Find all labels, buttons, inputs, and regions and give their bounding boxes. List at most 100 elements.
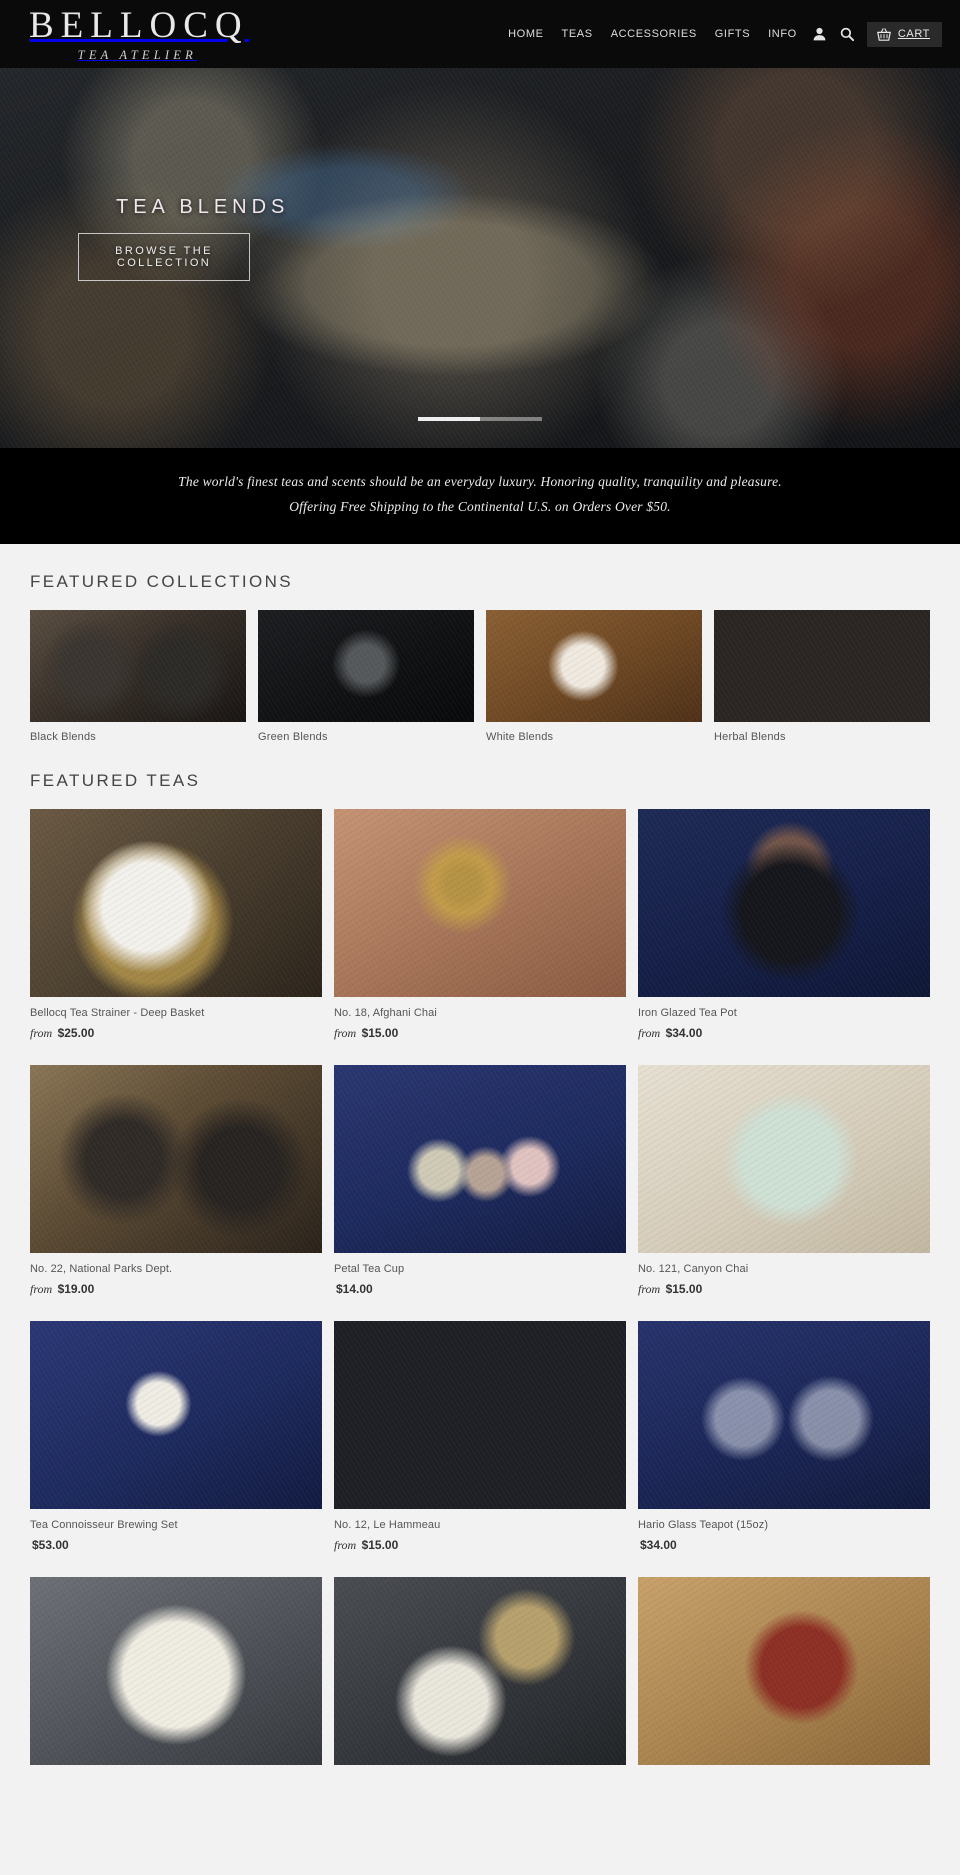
product-image — [638, 1576, 930, 1765]
user-icon — [813, 27, 826, 41]
product-price: $14.00 — [334, 1282, 626, 1297]
product-card[interactable]: Iron Glazed Tea Pot from $34.00 — [638, 808, 930, 1041]
product-price: from $19.00 — [30, 1282, 322, 1297]
product-title: No. 22, National Parks Dept. — [30, 1262, 173, 1275]
tagline-line-1: The world's finest teas and scents shoul… — [178, 474, 782, 489]
basket-icon — [876, 27, 891, 41]
featured-teas-title: FEATURED TEAS — [30, 770, 201, 790]
product-image — [334, 1064, 626, 1253]
product-card[interactable]: No. 12, Le Hammeau from $15.00 — [334, 1320, 626, 1553]
collection-label: Green Blends — [258, 730, 328, 743]
featured-teas-section: FEATURED TEAS Bellocq Tea Strainer - Dee… — [0, 771, 960, 1787]
product-image — [334, 1576, 626, 1765]
product-card[interactable]: No. 18, Afghani Chai from $15.00 — [334, 808, 626, 1041]
product-image — [30, 1576, 322, 1765]
product-title: No. 18, Afghani Chai — [334, 1006, 437, 1019]
tagline-bar: The world's finest teas and scents shoul… — [0, 448, 960, 544]
price-value: $34.00 — [665, 1025, 703, 1040]
collection-label: Black Blends — [30, 730, 96, 743]
price-prefix: from — [638, 1281, 661, 1296]
product-card[interactable]: No. 121, Canyon Chai from $15.00 — [638, 1064, 930, 1297]
hero-slide-dot-1[interactable] — [418, 417, 480, 421]
product-card[interactable]: Tea Connoisseur Brewing Set $53.00 — [30, 1320, 322, 1553]
nav-item-home[interactable]: HOME — [499, 22, 552, 46]
product-card[interactable] — [30, 1576, 322, 1765]
nav-item-accessories[interactable]: ACCESSORIES — [602, 22, 706, 46]
product-card[interactable]: Hario Glass Teapot (15oz) $34.00 — [638, 1320, 930, 1553]
main-navigation: HOME TEAS ACCESSORIES GIFTS INFO CART — [499, 21, 946, 47]
price-prefix: from — [30, 1025, 53, 1040]
cart-button[interactable]: CART — [866, 21, 942, 47]
collection-label: White Blends — [486, 730, 554, 743]
product-image — [334, 808, 626, 997]
hero-slide-dot-2[interactable] — [480, 417, 542, 421]
product-price: from $25.00 — [30, 1026, 322, 1041]
product-image — [334, 1320, 626, 1509]
product-image — [30, 1064, 322, 1253]
collection-thumbnail — [258, 609, 474, 722]
product-price: from $34.00 — [638, 1026, 930, 1041]
product-price: $34.00 — [638, 1538, 930, 1553]
product-price: $53.00 — [30, 1538, 322, 1553]
site-header: BELLOCQ TEA ATELIER HOME TEAS ACCESSORIE… — [0, 0, 960, 68]
product-title: Petal Tea Cup — [334, 1262, 405, 1275]
product-image — [638, 1064, 930, 1253]
price-value: $15.00 — [361, 1537, 399, 1552]
product-card[interactable] — [334, 1576, 626, 1765]
products-grid: Bellocq Tea Strainer - Deep Basket from … — [30, 808, 930, 1787]
product-title: No. 12, Le Hammeau — [334, 1518, 441, 1531]
product-price: from $15.00 — [334, 1538, 626, 1553]
product-image — [638, 808, 930, 997]
price-value: $15.00 — [665, 1281, 703, 1296]
site-logo[interactable]: BELLOCQ TEA ATELIER — [0, 7, 249, 62]
price-value: $34.00 — [640, 1537, 677, 1552]
nav-item-teas[interactable]: TEAS — [553, 22, 602, 46]
price-value: $19.00 — [57, 1281, 95, 1296]
price-value: $15.00 — [361, 1025, 399, 1040]
collection-thumbnail — [486, 609, 702, 722]
product-image — [638, 1320, 930, 1509]
collection-card-black[interactable]: Black Blends — [30, 609, 246, 743]
product-title: Tea Connoisseur Brewing Set — [30, 1518, 178, 1531]
price-prefix: from — [30, 1281, 53, 1296]
collection-thumbnail — [30, 609, 246, 722]
cart-label: CART — [897, 28, 930, 40]
logo-tagline: TEA ATELIER — [77, 47, 197, 62]
account-button[interactable] — [806, 23, 833, 45]
tagline-line-2: Offering Free Shipping to the Continenta… — [289, 498, 671, 514]
price-value: $14.00 — [336, 1281, 373, 1296]
product-price: from $15.00 — [638, 1282, 930, 1297]
featured-collections-section: FEATURED COLLECTIONS Black Blends Green … — [0, 572, 960, 743]
product-card[interactable]: No. 22, National Parks Dept. from $19.00 — [30, 1064, 322, 1297]
collection-card-white[interactable]: White Blends — [486, 609, 702, 743]
price-prefix: from — [334, 1537, 357, 1552]
product-price: from $15.00 — [334, 1026, 626, 1041]
featured-collections-title: FEATURED COLLECTIONS — [30, 571, 294, 591]
nav-item-gifts[interactable]: GIFTS — [706, 22, 759, 46]
product-card[interactable]: Petal Tea Cup $14.00 — [334, 1064, 626, 1297]
search-button[interactable] — [833, 23, 861, 45]
collection-thumbnail — [714, 609, 930, 722]
search-icon — [840, 27, 854, 41]
hero-title: TEA BLENDS — [116, 196, 290, 218]
product-title: Bellocq Tea Strainer - Deep Basket — [30, 1006, 205, 1019]
browse-collection-button[interactable]: BROWSE THE COLLECTION — [78, 233, 250, 281]
collection-label: Herbal Blends — [714, 730, 786, 743]
hero-slider-pagination — [0, 417, 960, 421]
collections-grid: Black Blends Green Blends White Blends H… — [30, 609, 930, 743]
product-card[interactable] — [638, 1576, 930, 1765]
product-image — [30, 808, 322, 997]
collection-card-green[interactable]: Green Blends — [258, 609, 474, 743]
product-image — [30, 1320, 322, 1509]
product-card[interactable]: Bellocq Tea Strainer - Deep Basket from … — [30, 808, 322, 1041]
logo-wordmark: BELLOCQ — [29, 4, 249, 46]
nav-item-info[interactable]: INFO — [759, 22, 806, 46]
hero-caption: TEA BLENDS BROWSE THE COLLECTION — [78, 196, 289, 281]
price-prefix: from — [334, 1025, 357, 1040]
product-title: Iron Glazed Tea Pot — [638, 1006, 737, 1019]
product-title: No. 121, Canyon Chai — [638, 1262, 749, 1275]
collection-card-herbal[interactable]: Herbal Blends — [714, 609, 930, 743]
price-prefix: from — [638, 1025, 661, 1040]
price-value: $25.00 — [57, 1025, 95, 1040]
price-value: $53.00 — [32, 1537, 69, 1552]
